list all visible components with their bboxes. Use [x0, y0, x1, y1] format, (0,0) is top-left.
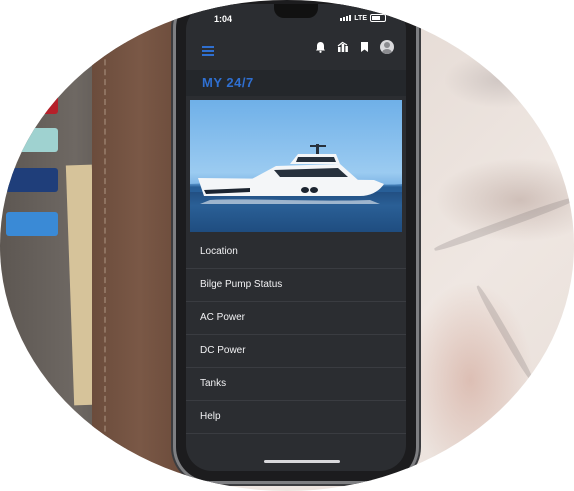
camera-notch	[274, 4, 318, 18]
wallet-card	[6, 90, 58, 114]
phone: 1:04 LTE MY 24/7 Location Bilge Pump Sta…	[176, 0, 416, 481]
menu-item-ac-power[interactable]: AC Power	[186, 302, 406, 335]
menu-item-label: Bilge Pump Status	[200, 279, 283, 290]
menu-item-dc-power[interactable]: DC Power	[186, 335, 406, 368]
app-bar	[186, 32, 406, 70]
network-type: LTE	[354, 14, 367, 22]
marble-vein	[477, 26, 574, 104]
bookmark-icon[interactable]	[360, 41, 369, 53]
marble-vein	[474, 284, 536, 383]
wallet-card	[6, 212, 58, 236]
main-menu: Location Bilge Pump Status AC Power DC P…	[186, 236, 406, 434]
photo-background: 1:04 LTE MY 24/7 Location Bilge Pump Sta…	[0, 0, 574, 491]
wallet-card	[6, 168, 58, 192]
menu-item-label: AC Power	[200, 312, 246, 323]
account-icon[interactable]	[380, 40, 394, 54]
menu-item-tanks[interactable]: Tanks	[186, 368, 406, 401]
status-time: 1:04	[214, 14, 233, 24]
menu-item-label: Tanks	[200, 378, 227, 389]
yacht-illustration	[190, 144, 402, 204]
title-bar: MY 24/7	[186, 70, 406, 96]
battery-icon	[370, 14, 386, 22]
menu-item-location[interactable]: Location	[186, 236, 406, 269]
chart-icon[interactable]	[337, 41, 349, 53]
page-title: MY 24/7	[202, 75, 254, 90]
phone-screen: 1:04 LTE MY 24/7 Location Bilge Pump Sta…	[186, 4, 406, 471]
wallet-card	[6, 128, 58, 152]
signal-icon	[340, 15, 352, 21]
app-bar-actions	[315, 40, 394, 54]
bell-icon[interactable]	[315, 41, 326, 53]
menu-item-bilge-pump-status[interactable]: Bilge Pump Status	[186, 269, 406, 302]
menu-item-label: Help	[200, 411, 221, 422]
hamburger-menu-icon[interactable]	[202, 46, 214, 58]
marble-vein	[433, 194, 574, 254]
wallet-flap	[92, 0, 187, 491]
status-indicators: LTE	[340, 14, 386, 22]
menu-item-label: Location	[200, 246, 238, 257]
yacht-hero-image	[190, 100, 402, 232]
menu-item-label: DC Power	[200, 345, 246, 356]
menu-item-help[interactable]: Help	[186, 401, 406, 434]
home-indicator[interactable]	[264, 460, 340, 463]
wallet-stitching	[104, 0, 106, 491]
status-bar: 1:04 LTE	[186, 4, 406, 32]
